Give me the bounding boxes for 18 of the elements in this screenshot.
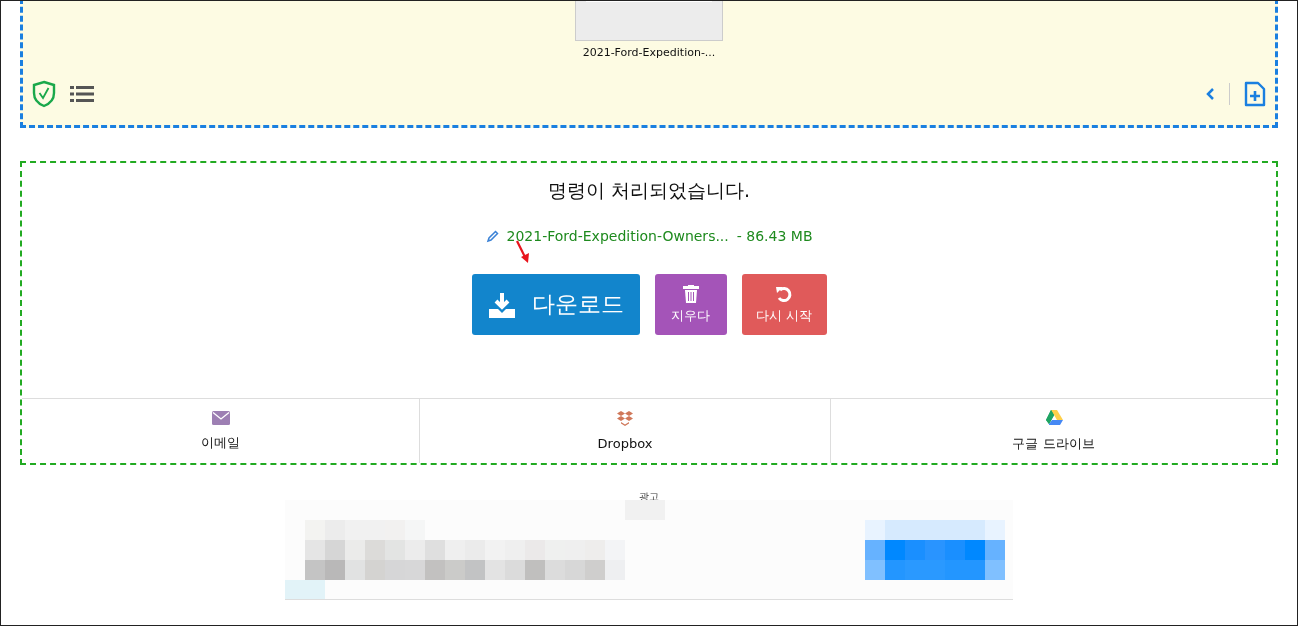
file-size: - 86.43 MB <box>736 228 813 244</box>
shield-check-icon[interactable] <box>32 80 56 108</box>
undo-icon <box>775 284 793 303</box>
chevron-left-icon[interactable] <box>1205 87 1215 101</box>
dropbox-icon <box>616 411 634 427</box>
download-icon <box>487 290 516 319</box>
drive-icon <box>1044 409 1063 426</box>
list-icon[interactable] <box>70 85 94 103</box>
add-file-icon[interactable] <box>1244 81 1266 107</box>
status-message: 명령이 처리되었습니다. <box>547 178 751 203</box>
result-file-name[interactable]: 2021-Ford-Expedition-Owners... <box>506 228 729 244</box>
pencil-icon[interactable] <box>485 229 499 243</box>
envelope-icon <box>211 410 230 425</box>
restart-button[interactable]: 다시 시작 <box>741 274 827 335</box>
download-button[interactable]: 다운로드 <box>471 274 640 335</box>
trash-icon <box>682 284 699 303</box>
file-name: 2021-Ford-Expedition-... <box>582 46 716 59</box>
delete-button[interactable]: 지우다 <box>654 274 727 335</box>
